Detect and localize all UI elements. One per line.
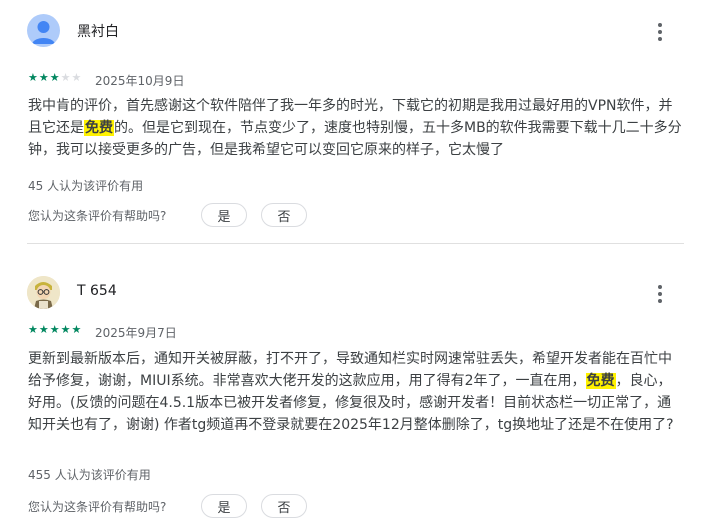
rating-stars: ★ ★ ★ ★ ★ — [28, 324, 81, 336]
cartoon-avatar-icon — [27, 276, 60, 309]
helpful-no-button[interactable]: 否 — [261, 203, 307, 227]
review-text-part: 更新到最新版本后，通知开关被屏蔽，打不开了，导致通知栏实时网速常驻丢失，希望开发… — [28, 351, 672, 389]
review-date: 2025年10月9日 — [95, 74, 185, 88]
helpful-question: 您认为这条评价有帮助吗? — [28, 500, 167, 514]
helpful-no-button[interactable]: 否 — [261, 494, 307, 518]
helpful-question: 您认为这条评价有帮助吗? — [28, 209, 167, 223]
more-options-icon[interactable] — [648, 280, 672, 308]
review-date: 2025年9月7日 — [95, 326, 177, 340]
star-filled-icon: ★ — [28, 323, 38, 336]
more-options-icon[interactable] — [648, 18, 672, 46]
star-filled-icon: ★ — [49, 323, 60, 336]
star-filled-icon: ★ — [28, 71, 38, 84]
review-text: 更新到最新版本后，通知开关被屏蔽，打不开了，导致通知栏实时网速常驻丢失，希望开发… — [28, 348, 684, 436]
rating-stars: ★ ★ ★ ★ ★ — [28, 72, 81, 84]
helpful-count: 455 人认为该评价有用 — [28, 468, 151, 482]
star-filled-icon: ★ — [38, 323, 49, 336]
star-filled-icon: ★ — [38, 71, 49, 84]
helpful-yes-button[interactable]: 是 — [201, 494, 247, 518]
star-empty-icon: ★ — [60, 71, 71, 84]
star-filled-icon: ★ — [49, 71, 60, 84]
review-card: 黑衬白 ★ ★ ★ ★ ★ 2025年10月9日 我中肯的评价，首先感谢这个软件… — [0, 0, 709, 245]
star-empty-icon: ★ — [71, 71, 82, 84]
review-author: T 654 — [77, 283, 117, 299]
star-filled-icon: ★ — [60, 323, 71, 336]
review-author: 黑衬白 — [77, 24, 119, 40]
star-filled-icon: ★ — [71, 323, 82, 336]
helpful-count: 45 人认为该评价有用 — [28, 179, 144, 193]
person-icon — [32, 21, 55, 44]
divider — [27, 243, 684, 244]
review-text: 我中肯的评价，首先感谢这个软件陪伴了我一年多的时光，下载它的初期是我用过最好用的… — [28, 95, 684, 161]
highlighted-term: 免费 — [585, 373, 616, 389]
review-text-part: 的。但是它到现在，节点变少了，速度也特别慢，五十多MB的软件我需要下载十几二十多… — [28, 120, 682, 158]
highlighted-term: 免费 — [84, 120, 114, 136]
avatar[interactable] — [27, 14, 60, 47]
helpful-yes-button[interactable]: 是 — [201, 203, 247, 227]
review-card: T 654 ★ ★ ★ ★ ★ 2025年9月7日 更新到最新版本后，通知开关被… — [0, 262, 709, 525]
avatar[interactable] — [27, 276, 60, 309]
